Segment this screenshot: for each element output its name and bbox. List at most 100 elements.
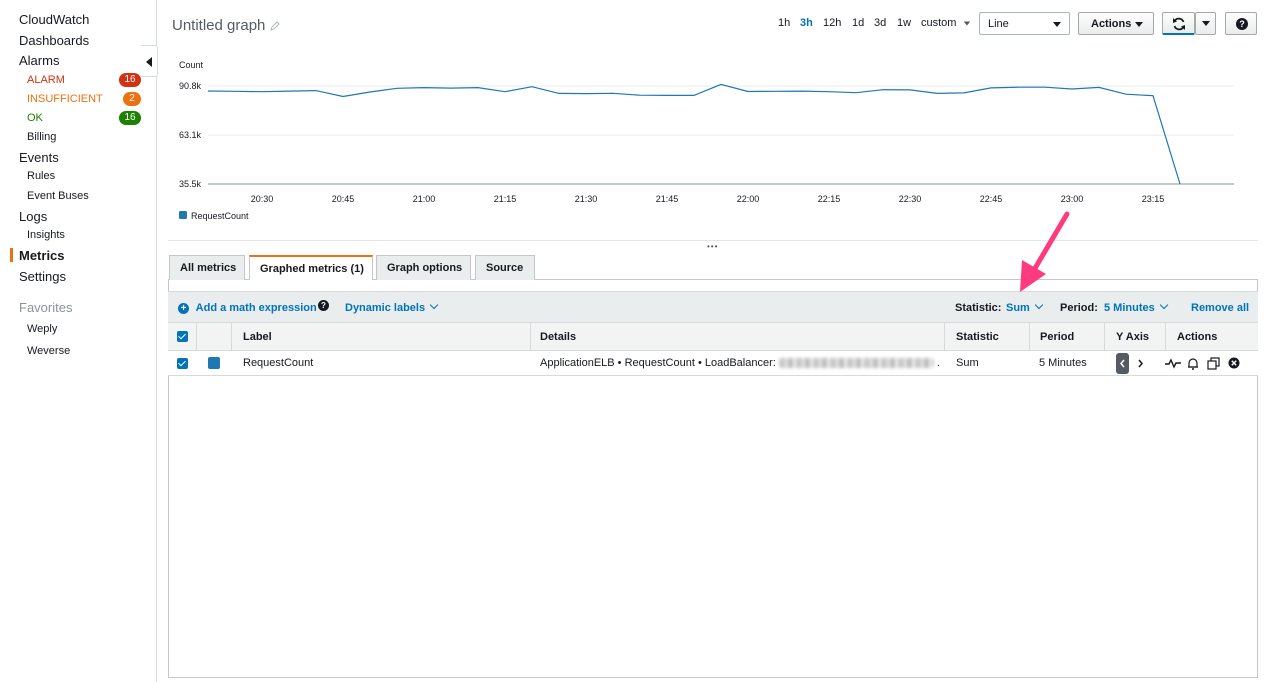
column-divider — [1104, 323, 1105, 351]
chevron-down-icon — [1034, 300, 1044, 310]
sidebar-item-settings[interactable]: Settings — [19, 269, 66, 284]
row-period[interactable]: 5 Minutes — [1039, 357, 1087, 369]
x-tick-label: 20:30 — [251, 194, 274, 204]
info-icon[interactable]: ? — [318, 300, 329, 311]
favorite-item-weverse[interactable]: Weverse — [27, 345, 70, 357]
sidebar-item-cloudwatch[interactable]: CloudWatch — [19, 12, 89, 27]
range-custom[interactable]: custom — [921, 17, 971, 29]
select-all-checkbox[interactable] — [177, 331, 188, 342]
line-chart: Count 90.8k 63.1k 35.5k 20:30 20:45 21:00 21:15… — [179, 60, 1234, 221]
series-line-requestcount — [207, 83, 1181, 185]
collapse-sidebar-button[interactable] — [141, 45, 158, 77]
y-tick-label: 35.5k — [179, 179, 202, 189]
redacted-loadbalancer — [778, 358, 934, 369]
pencil-icon[interactable] — [270, 21, 280, 31]
y-axis-right-button[interactable] — [1134, 353, 1147, 374]
period-dropdown[interactable]: 5 Minutes — [1104, 300, 1168, 314]
chart-type-select[interactable]: Line — [979, 12, 1070, 35]
range-3d[interactable]: 3d — [874, 17, 886, 29]
range-1d[interactable]: 1d — [852, 17, 864, 29]
plus-circle-icon: + — [178, 303, 189, 314]
metrics-table-header: Label Details Statistic Period Y Axis Ac… — [168, 322, 1258, 351]
statistic-label: Statistic: — [955, 302, 1002, 314]
legend-swatch — [179, 211, 187, 219]
range-1w[interactable]: 1w — [897, 17, 911, 29]
x-tick-label: 22:30 — [899, 194, 922, 204]
range-1h[interactable]: 1h — [778, 17, 790, 29]
chevron-down-icon — [429, 300, 439, 310]
sidebar-item-events[interactable]: Events — [19, 150, 59, 165]
x-tick-label: 21:45 — [656, 194, 679, 204]
refresh-icon — [1173, 17, 1185, 31]
dynamic-labels-dropdown[interactable]: Dynamic labels — [345, 300, 439, 314]
copy-icon[interactable] — [1207, 357, 1221, 370]
sidebar-item-event-buses[interactable]: Event Buses — [27, 190, 89, 202]
favorites-heading: Favorites — [19, 300, 73, 315]
graph-title[interactable]: Untitled graph — [172, 17, 265, 34]
x-tick-label: 23:15 — [1142, 194, 1165, 204]
add-math-expression-button[interactable]: + Add a math expression — [178, 302, 317, 314]
x-tick-label: 22:00 — [737, 194, 760, 204]
favorite-item-weply[interactable]: Weply — [27, 323, 57, 335]
math-expression-icon[interactable] — [1164, 357, 1182, 369]
caret-left-icon — [146, 57, 152, 67]
column-header-y-axis[interactable]: Y Axis — [1116, 331, 1149, 343]
column-header-period[interactable]: Period — [1040, 331, 1074, 343]
row-label[interactable]: RequestCount — [243, 357, 313, 369]
help-button[interactable]: ? — [1225, 12, 1257, 35]
sidebar-item-dashboards[interactable]: Dashboards — [19, 33, 89, 48]
x-tick-label: 20:45 — [332, 194, 355, 204]
row-checkbox[interactable] — [177, 358, 188, 369]
sidebar-item-alarms[interactable]: Alarms — [19, 53, 59, 68]
insufficient-count-badge: 2 — [123, 92, 141, 106]
tab-source[interactable]: Source — [475, 255, 535, 280]
series-color-swatch[interactable] — [208, 357, 220, 369]
column-header-statistic[interactable]: Statistic — [956, 331, 999, 343]
alarm-count-badge: 16 — [119, 73, 141, 87]
x-tick-label: 22:45 — [980, 194, 1003, 204]
sidebar-item-ok[interactable]: OK — [27, 112, 43, 124]
remove-all-button[interactable]: Remove all — [1191, 302, 1249, 314]
x-tick-label: 21:15 — [494, 194, 517, 204]
dynamic-labels-label: Dynamic labels — [345, 302, 426, 314]
row-details: ApplicationELB • RequestCount • LoadBala… — [540, 357, 940, 369]
column-divider — [1029, 323, 1030, 351]
y-axis-left-button[interactable] — [1116, 353, 1129, 374]
resize-handle[interactable]: ••• — [707, 242, 718, 251]
refresh-button[interactable] — [1162, 12, 1195, 35]
x-tick-label: 22:15 — [818, 194, 841, 204]
column-header-label[interactable]: Label — [243, 331, 272, 343]
sidebar-item-insights[interactable]: Insights — [27, 229, 65, 241]
x-tick-label: 21:30 — [575, 194, 598, 204]
remove-icon[interactable] — [1228, 357, 1240, 369]
column-header-details[interactable]: Details — [540, 331, 576, 343]
sidebar-item-metrics[interactable]: Metrics — [19, 248, 65, 263]
sidebar-item-billing[interactable]: Billing — [27, 131, 56, 143]
chart-type-value: Line — [988, 18, 1009, 30]
statistic-dropdown[interactable]: Sum — [1006, 300, 1044, 314]
range-12h[interactable]: 12h — [823, 17, 841, 29]
sidebar-item-rules[interactable]: Rules — [27, 170, 55, 182]
tab-all-metrics[interactable]: All metrics — [169, 255, 245, 280]
sidebar-item-alarm[interactable]: ALARM — [27, 74, 65, 86]
refresh-options-button[interactable] — [1195, 12, 1216, 35]
row-details-text: ApplicationELB • RequestCount • LoadBala… — [540, 357, 776, 369]
caret-down-icon — [963, 21, 970, 26]
tab-graph-options[interactable]: Graph options — [376, 255, 471, 280]
row-statistic[interactable]: Sum — [956, 357, 979, 369]
period-value: 5 Minutes — [1104, 302, 1155, 314]
range-3h[interactable]: 3h — [800, 17, 813, 29]
y-axis-label: Count — [179, 60, 204, 70]
add-math-expression-label: Add a math expression — [195, 302, 317, 314]
caret-down-icon — [1135, 22, 1143, 27]
sidebar-item-logs[interactable]: Logs — [19, 209, 47, 224]
bell-icon[interactable] — [1187, 357, 1199, 370]
custom-label: custom — [921, 17, 957, 29]
row-details-tail: . — [936, 357, 940, 369]
sidebar-item-insufficient[interactable]: INSUFFICIENT — [27, 93, 103, 105]
column-divider — [944, 323, 945, 351]
tab-graphed-metrics[interactable]: Graphed metrics (1) — [249, 255, 373, 281]
actions-button[interactable]: Actions — [1078, 12, 1154, 35]
active-indicator — [10, 248, 13, 262]
metrics-toolbar: + Add a math expression ? Dynamic labels… — [168, 291, 1258, 322]
